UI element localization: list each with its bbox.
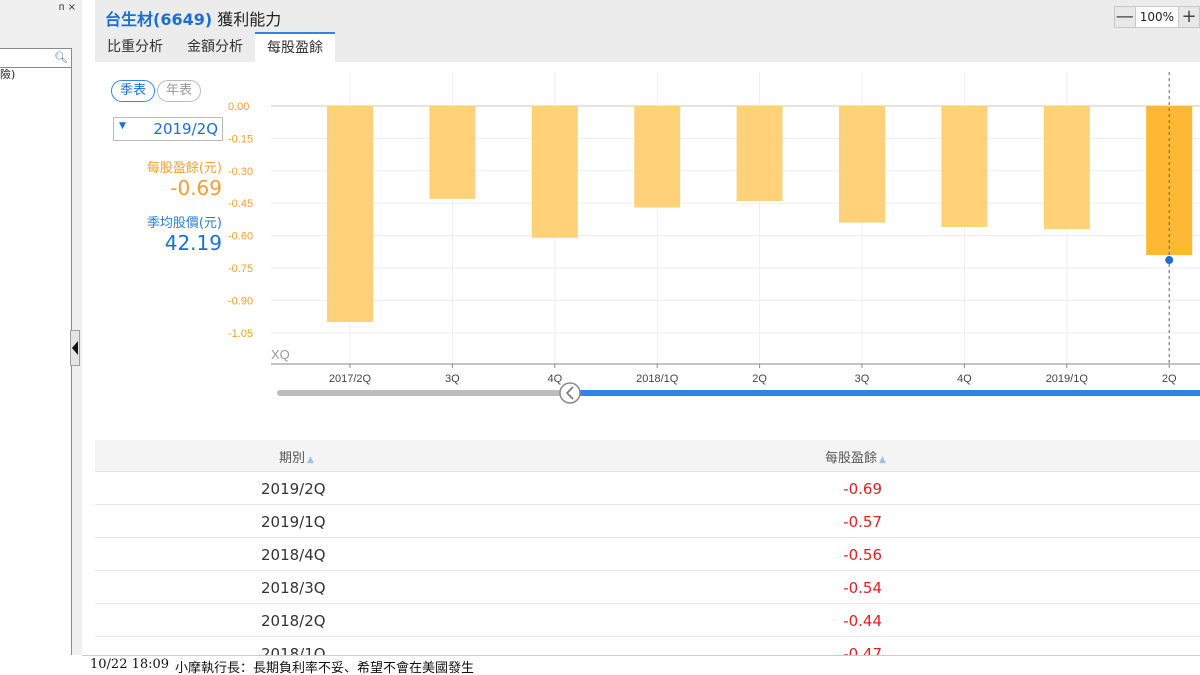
zoom-out-button[interactable]: — (1113, 6, 1136, 28)
dropdown-caret-icon: ▼ (119, 121, 126, 131)
bar (531, 106, 578, 238)
cell-period: 2018/3Q (261, 579, 326, 597)
y-tick-label: -0.75 (228, 263, 253, 275)
column-header-eps-label: 每股盈餘 (825, 451, 878, 466)
x-tick-label: 2017/2Q (329, 373, 372, 385)
cell-eps: -0.54 (843, 579, 882, 597)
range-slider[interactable] (277, 382, 1200, 404)
eps-value: -0.69 (170, 176, 222, 200)
company-name: 台生材 (105, 10, 154, 29)
slider-knob[interactable] (559, 382, 581, 404)
cell-period: 2019/1Q (261, 513, 326, 531)
y-tick-label: -0.15 (228, 133, 253, 145)
y-tick-label: 0.00 (228, 101, 249, 113)
left-list[interactable] (0, 68, 72, 655)
tab-eps[interactable]: 每股盈餘 (255, 32, 335, 62)
quarterly-toggle-button[interactable]: 季表 (111, 80, 156, 102)
x-tick-label: 3Q (445, 373, 460, 385)
period-dropdown-value: 2019/2Q (153, 120, 218, 138)
bar (429, 106, 476, 199)
y-tick-label: -1.05 (228, 328, 253, 340)
cell-period: 2019/2Q (261, 480, 326, 498)
x-tick-label: 2019/1Q (1046, 373, 1089, 385)
arrow-left-icon (72, 341, 78, 355)
section-name: 獲利能力 (217, 10, 282, 29)
app-window: ᴨ × 🔍︎ 險) 台生材(6649) 獲利能力 — 100% + 比重分析 金… (0, 0, 1200, 675)
cell-eps: -0.56 (843, 546, 882, 564)
search-input[interactable]: 🔍︎ (0, 48, 72, 68)
sort-icon: ▲︎ (307, 455, 314, 465)
period-dropdown[interactable]: ▼ 2019/2Q (113, 117, 223, 141)
table-row[interactable]: 2018/3Q -0.54 (95, 571, 1200, 604)
zoom-in-button[interactable]: + (1178, 6, 1200, 28)
cell-period: 2018/2Q (261, 612, 326, 630)
crosshair-marker (1165, 256, 1174, 265)
y-tick-label: -0.90 (228, 295, 253, 307)
stock-code: (6649) (153, 10, 213, 29)
cell-eps: -0.44 (843, 612, 882, 630)
table-row[interactable]: 2018/2Q -0.44 (95, 604, 1200, 637)
search-icon[interactable]: 🔍︎ (54, 51, 68, 64)
cell-period: 2018/4Q (261, 546, 326, 564)
eps-label: 每股盈餘(元) (146, 161, 222, 176)
y-tick-label: -0.30 (228, 166, 253, 178)
slider-handle[interactable] (559, 382, 581, 404)
bar (839, 106, 885, 223)
x-tick-label: 2Q (1162, 373, 1177, 385)
period-toggle: 季表 年表 (111, 80, 202, 102)
bar (736, 106, 783, 202)
collapse-panel-handle[interactable] (70, 330, 80, 366)
tab-proportion-analysis[interactable]: 比重分析 (95, 32, 175, 62)
news-ticker[interactable]: 10/22 18:09 小摩執行長：長期負利率不妥、希望不會在美國發生 (82, 655, 1200, 675)
bar (634, 106, 681, 208)
x-tick-label: 3Q (855, 373, 870, 385)
sort-icon: ▲︎ (879, 455, 886, 465)
close-icon[interactable]: × (68, 2, 76, 13)
avg-price-value: 42.19 (164, 231, 222, 255)
bar (1043, 106, 1090, 230)
main-content: 台生材(6649) 獲利能力 — 100% + 比重分析 金額分析 每股盈餘 季… (95, 0, 1200, 670)
table-row[interactable]: 2019/2Q -0.69 (95, 472, 1200, 505)
list-item-fragment[interactable]: 險) (0, 66, 15, 82)
yearly-toggle-button[interactable]: 年表 (157, 80, 202, 102)
y-tick-label: -0.60 (228, 231, 253, 243)
news-time: 10/22 18:09 (90, 657, 170, 672)
zoom-control: — 100% + (1113, 6, 1200, 28)
table-row[interactable]: 2018/4Q -0.56 (95, 538, 1200, 571)
tab-bar: 比重分析 金額分析 每股盈餘 (95, 32, 335, 62)
x-tick-label: 4Q (957, 373, 972, 385)
zoom-level: 100% (1135, 6, 1178, 28)
eps-bar-chart[interactable]: 0.00 -0.15 -0.30 -0.45 -0.60 -0.75 -0.90 -1.05 2… (225, 62, 1200, 422)
page-title: 台生材(6649) 獲利能力 (105, 6, 281, 30)
column-header-eps[interactable]: 每股盈餘 ▲︎ (825, 447, 886, 466)
avg-price-label: 季均股價(元) (146, 216, 222, 231)
tab-amount-analysis[interactable]: 金額分析 (175, 32, 255, 62)
pin-icon[interactable]: ᴨ (59, 2, 65, 13)
xq-watermark: XQ (271, 347, 290, 362)
bar (327, 106, 373, 322)
table-header: 期別 ▲︎ 每股盈餘 ▲︎ (95, 440, 1200, 472)
dock-controls: ᴨ × (59, 2, 76, 13)
y-tick-label: -0.45 (228, 198, 253, 210)
x-tick-label: 2018/1Q (636, 373, 679, 385)
table-row[interactable]: 2019/1Q -0.57 (95, 505, 1200, 538)
column-header-period[interactable]: 期別 ▲︎ (279, 447, 314, 466)
news-headline[interactable]: 小摩執行長：長期負利率不妥、希望不會在美國發生 (175, 657, 474, 675)
x-tick-label: 4Q (547, 373, 562, 385)
column-header-period-label: 期別 (279, 451, 306, 466)
cell-eps: -0.69 (843, 480, 882, 498)
bar (941, 106, 988, 227)
x-tick-label: 2Q (752, 373, 767, 385)
cell-eps: -0.57 (843, 513, 882, 531)
left-dock-panel: ᴨ × 🔍︎ 險) (0, 0, 82, 655)
